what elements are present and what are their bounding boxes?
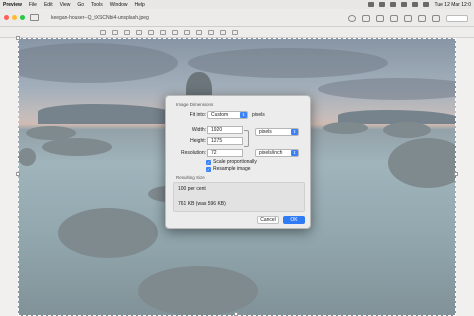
shapes-icon[interactable] xyxy=(136,29,142,35)
border-color-icon[interactable] xyxy=(208,29,214,35)
resolution-field[interactable]: 72 xyxy=(207,149,243,157)
markup-toolbar xyxy=(0,27,474,38)
text-tool-icon[interactable] xyxy=(148,29,154,35)
selection-handle[interactable] xyxy=(454,172,458,176)
fit-into-value: Custom xyxy=(211,112,229,118)
adjust-color-icon[interactable] xyxy=(172,29,178,35)
scale-proportionally-label: Scale proportionally xyxy=(213,159,257,165)
height-label: Height: xyxy=(190,138,206,144)
section-resulting-size: Resulting Size xyxy=(176,175,205,180)
chevron-updown-icon: ⇕ xyxy=(291,150,298,156)
menu-clock[interactable]: Tue 12 Mar 12:0 xyxy=(434,2,471,8)
height-value: 1275 xyxy=(211,138,223,144)
menu-app-preview[interactable]: Preview xyxy=(3,2,22,8)
resolution-unit-value: pixels/inch xyxy=(259,150,283,156)
info-icon[interactable] xyxy=(348,14,356,22)
menu-bar: Preview File Edit View Go Tools Window H… xyxy=(0,0,474,9)
sidebar-toggle-icon[interactable] xyxy=(30,14,39,21)
battery-icon[interactable] xyxy=(390,2,397,7)
checkmark-icon: ✓ xyxy=(206,159,211,165)
bluetooth-icon[interactable] xyxy=(379,2,386,7)
menu-tools[interactable]: Tools xyxy=(91,2,103,8)
adjust-size-dialog: Image Dimensions Fit into: Custom ⇕ pixe… xyxy=(165,95,311,229)
size-unit-value: pixels xyxy=(259,129,272,135)
search-icon[interactable] xyxy=(412,2,419,7)
fit-into-unit: pixels xyxy=(252,112,265,118)
resolution-value: 72 xyxy=(211,150,217,156)
result-percent: 100 per cent xyxy=(178,186,206,192)
status-icon[interactable] xyxy=(368,2,375,7)
selection-handle[interactable] xyxy=(16,172,20,176)
control-center-icon[interactable] xyxy=(423,2,430,7)
cancel-button[interactable]: Cancel xyxy=(257,216,279,224)
zoom-in-icon[interactable] xyxy=(376,14,384,22)
width-value: 1920 xyxy=(211,127,223,133)
shape-style-icon[interactable] xyxy=(196,29,202,35)
ok-button[interactable]: OK xyxy=(283,216,305,224)
chevron-updown-icon: ⇕ xyxy=(291,129,298,135)
size-unit-popup[interactable]: pixels ⇕ xyxy=(255,128,299,136)
menu-help[interactable]: Help xyxy=(135,2,145,8)
window-title: keegan-houser--Q_tXSCNbi4-unsplash.jpeg xyxy=(51,14,149,21)
height-field[interactable]: 1275 xyxy=(207,137,243,145)
traffic-lights xyxy=(4,15,25,20)
search-input[interactable] xyxy=(446,14,468,22)
section-image-dimensions: Image Dimensions xyxy=(176,102,214,107)
share-icon[interactable] xyxy=(390,14,398,22)
adjust-size-icon[interactable] xyxy=(184,29,190,35)
resolution-label: Resolution: xyxy=(180,150,206,156)
width-field[interactable]: 1920 xyxy=(207,126,243,134)
menu-view[interactable]: View xyxy=(60,2,71,8)
window-toolbar xyxy=(348,9,468,27)
menu-edit[interactable]: Edit xyxy=(44,2,53,8)
selection-handle[interactable] xyxy=(234,312,238,316)
lock-icon xyxy=(244,130,249,147)
selection-tool-icon[interactable] xyxy=(100,29,106,35)
resolution-unit-popup[interactable]: pixels/inch ⇕ xyxy=(255,149,299,157)
instant-alpha-icon[interactable] xyxy=(112,29,118,35)
menu-window[interactable]: Window xyxy=(110,2,128,8)
resample-image-label: Resample image xyxy=(213,166,251,172)
resample-image-checkbox[interactable]: ✓ Resample image xyxy=(206,166,251,172)
sketch-icon[interactable] xyxy=(124,29,130,35)
rotate-icon[interactable] xyxy=(418,14,426,22)
width-label: Width: xyxy=(191,127,206,133)
text-style-icon[interactable] xyxy=(232,29,238,35)
minimize-button[interactable] xyxy=(12,15,17,20)
window-titlebar: keegan-houser--Q_tXSCNbi4-unsplash.jpeg xyxy=(0,9,474,27)
zoom-button[interactable] xyxy=(20,15,25,20)
selection-handle[interactable] xyxy=(16,36,20,40)
close-button[interactable] xyxy=(4,15,9,20)
resulting-size-box: 100 per cent 761 KB (was 596 KB) xyxy=(173,182,305,212)
fit-into-label: Fit into: xyxy=(189,112,206,118)
fit-into-popup[interactable]: Custom ⇕ xyxy=(207,111,248,119)
status-area: Tue 12 Mar 12:0 xyxy=(368,0,471,9)
menu-file[interactable]: File xyxy=(29,2,37,8)
menu-go[interactable]: Go xyxy=(77,2,84,8)
markup-icon[interactable] xyxy=(404,14,412,22)
scale-proportionally-checkbox[interactable]: ✓ Scale proportionally xyxy=(206,159,257,165)
zoom-out-icon[interactable] xyxy=(362,14,370,22)
result-file-size: 761 KB (was 596 KB) xyxy=(178,201,226,207)
chevron-updown-icon: ⇕ xyxy=(240,112,247,118)
checkmark-icon: ✓ xyxy=(206,166,211,172)
highlight-icon[interactable] xyxy=(432,14,440,22)
wifi-icon[interactable] xyxy=(401,2,408,7)
fill-color-icon[interactable] xyxy=(220,29,226,35)
sign-icon[interactable] xyxy=(160,29,166,35)
